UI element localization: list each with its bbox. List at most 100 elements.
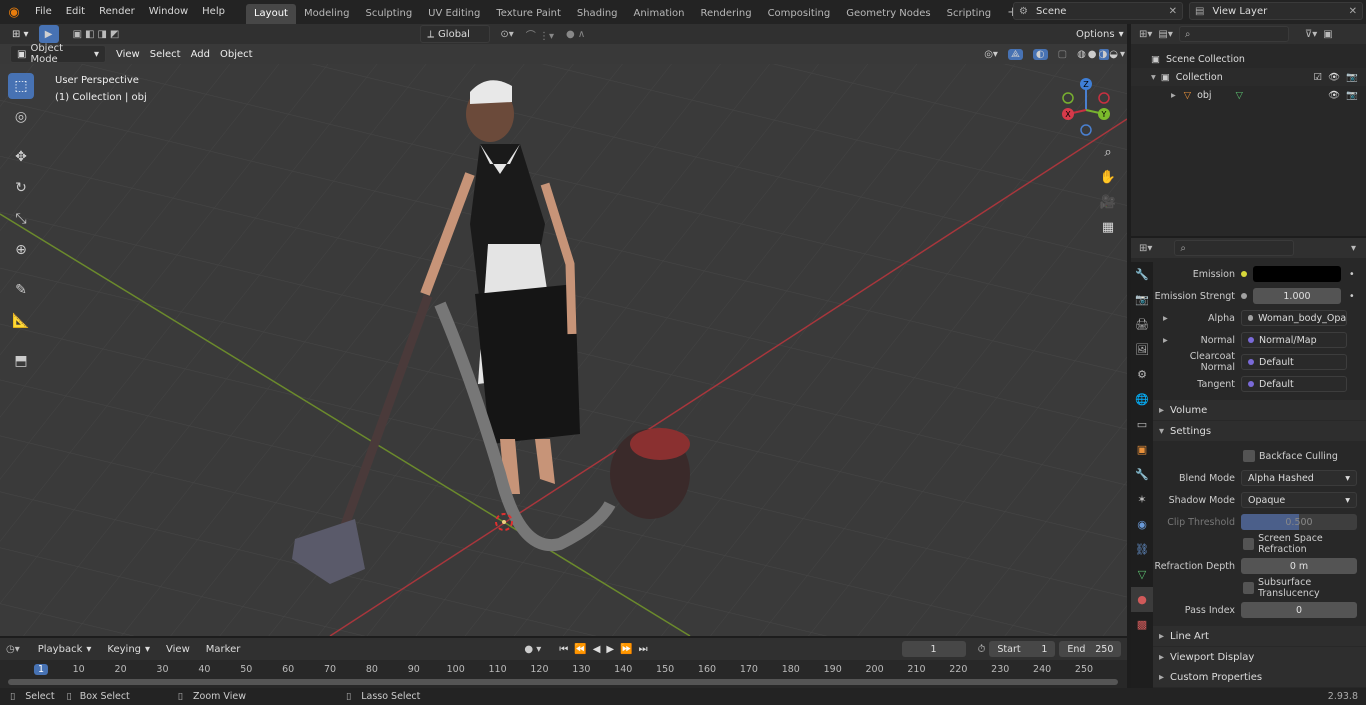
xray-icon[interactable]: ▢: [1058, 49, 1067, 60]
menu-object[interactable]: Object: [220, 49, 253, 60]
select-box-icon[interactable]: ⬚: [8, 73, 34, 99]
tab-layout[interactable]: Layout: [245, 4, 296, 24]
outliner-search-input[interactable]: ⌕: [1178, 26, 1289, 42]
outliner-row-scene-collection[interactable]: ▣ Scene Collection: [1131, 50, 1366, 68]
mode-dropdown[interactable]: ▣ Object Mode ▾: [10, 43, 106, 65]
menu-window[interactable]: Window: [142, 0, 195, 24]
normal-link-field[interactable]: Normal/Map: [1241, 332, 1347, 348]
blender-logo-icon[interactable]: ◉: [0, 5, 28, 20]
end-frame-field[interactable]: End 250: [1059, 641, 1122, 657]
refraction-depth-field[interactable]: 0 m: [1241, 558, 1357, 574]
menu-view[interactable]: View: [116, 49, 140, 60]
display-mode-icon[interactable]: ▤▾: [1158, 29, 1172, 40]
new-collection-icon[interactable]: ▣: [1323, 29, 1332, 40]
outliner-row-obj[interactable]: ▸ ▽ obj ▽ 👁 📷: [1131, 86, 1366, 104]
stopwatch-icon[interactable]: ⏱: [978, 644, 986, 655]
clip-threshold-slider[interactable]: 0.500: [1241, 514, 1357, 530]
physics-tab-icon[interactable]: ◉: [1131, 512, 1153, 537]
keying-menu[interactable]: Keying ▾: [101, 640, 157, 658]
snap-icon[interactable]: ⌒ ⋮▾: [526, 27, 554, 42]
close-icon[interactable]: ✕: [1349, 6, 1357, 17]
ssr-row[interactable]: Screen Space Refraction: [1153, 533, 1366, 555]
selection-mode-icons[interactable]: ▣◧◨◩: [73, 29, 123, 40]
tab-scripting[interactable]: Scripting: [939, 4, 999, 24]
scale-icon[interactable]: ⤡: [8, 206, 34, 232]
filter-icon[interactable]: ⊽▾: [1305, 29, 1317, 40]
data-tab-icon[interactable]: ▽: [1131, 562, 1153, 587]
menu-add[interactable]: Add: [191, 49, 210, 60]
properties-search-input[interactable]: ⌕: [1174, 240, 1295, 256]
transform-icon[interactable]: ⊕: [8, 237, 34, 263]
backface-culling-row[interactable]: Backface Culling: [1153, 447, 1366, 465]
constraints-tab-icon[interactable]: ⛓: [1131, 537, 1153, 562]
zoom-icon[interactable]: ⌕: [1097, 141, 1119, 163]
outliner-row-collection[interactable]: ▾ ▣ Collection ☑ 👁 📷: [1131, 68, 1366, 86]
tab-uv-editing[interactable]: UV Editing: [420, 4, 488, 24]
tab-sculpting[interactable]: Sculpting: [357, 4, 420, 24]
add-cube-icon[interactable]: ⬒: [8, 348, 34, 374]
viewport-display-section-header[interactable]: ▸ Viewport Display: [1153, 647, 1366, 667]
pivot-icon[interactable]: ⊙▾: [500, 29, 513, 40]
viewport-scene[interactable]: [0, 44, 1127, 636]
object-tab-icon[interactable]: ▣: [1131, 437, 1153, 462]
world-tab-icon[interactable]: 🌐: [1131, 387, 1153, 412]
rotate-icon[interactable]: ↻: [8, 175, 34, 201]
chevron-down-icon[interactable]: ▾: [1351, 243, 1356, 254]
transform-orientation-dropdown[interactable]: ⟂ Global: [420, 25, 491, 43]
alpha-link-field[interactable]: Woman_body_Opac...: [1241, 310, 1347, 326]
shading-modes-icon[interactable]: ◍●◑◒▾: [1077, 48, 1127, 60]
scene-tab-icon[interactable]: ⚙: [1131, 362, 1153, 387]
shadow-mode-dropdown[interactable]: Opaque ▾: [1241, 492, 1357, 508]
emission-color-swatch[interactable]: [1253, 266, 1341, 282]
proportional-edit-icon[interactable]: ● ∧: [566, 29, 585, 40]
view-layer-tab-icon[interactable]: 🖼: [1131, 337, 1153, 362]
marker-menu[interactable]: Marker: [200, 640, 247, 658]
texture-tab-icon[interactable]: ▩: [1131, 612, 1153, 637]
tab-shading[interactable]: Shading: [569, 4, 626, 24]
subsurface-row[interactable]: Subsurface Translucency: [1153, 577, 1366, 599]
playback-controls-icons[interactable]: ⏮⏪◀▶⏩⏭: [559, 644, 653, 655]
tab-compositing[interactable]: Compositing: [760, 4, 839, 24]
expand-icon[interactable]: ▸: [1163, 335, 1168, 346]
close-icon[interactable]: ✕: [1169, 6, 1177, 17]
pan-hand-icon[interactable]: ✋: [1097, 166, 1119, 188]
overlay-toggle-icon[interactable]: ◐: [1032, 48, 1048, 60]
menu-render[interactable]: Render: [92, 0, 142, 24]
keyframe-dot-icon[interactable]: •: [1349, 269, 1355, 280]
settings-section-header[interactable]: ▾ Settings: [1153, 421, 1366, 441]
backface-culling-checkbox[interactable]: [1243, 450, 1255, 462]
timeline-view-menu[interactable]: View: [160, 640, 196, 658]
eye-icon[interactable]: 👁: [1328, 72, 1340, 83]
menu-file[interactable]: File: [28, 0, 59, 24]
menu-edit[interactable]: Edit: [59, 0, 92, 24]
line-art-section-header[interactable]: ▸ Line Art: [1153, 626, 1366, 646]
timeline-area[interactable]: 1 10 20 30 40 50 60 70 80 90 100 110 120 130 140 150 160…: [0, 660, 1127, 688]
tab-texture-paint[interactable]: Texture Paint: [488, 4, 569, 24]
select-tool-icon[interactable]: ▶: [38, 25, 59, 43]
camera-icon[interactable]: 📷: [1346, 72, 1358, 83]
subsurface-checkbox[interactable]: [1243, 582, 1254, 594]
clearcoat-normal-field[interactable]: Default: [1241, 354, 1347, 370]
camera-icon[interactable]: 🎥: [1097, 191, 1119, 213]
view-layer-selector[interactable]: ▤ View Layer ✕: [1189, 2, 1363, 20]
render-tab-icon[interactable]: 📷: [1131, 287, 1153, 312]
expand-icon[interactable]: ▾: [1151, 72, 1156, 83]
camera-icon[interactable]: 📷: [1346, 90, 1358, 101]
timeline-ruler[interactable]: 1 10 20 30 40 50 60 70 80 90 100 110 120 130 140 150 160…: [0, 664, 1127, 678]
tab-animation[interactable]: Animation: [626, 4, 693, 24]
menu-help[interactable]: Help: [195, 0, 232, 24]
current-frame-field[interactable]: 1: [901, 641, 966, 657]
tool-tab-icon[interactable]: 🔧: [1131, 262, 1153, 287]
emission-strength-field[interactable]: 1.000: [1253, 288, 1341, 304]
output-tab-icon[interactable]: 🖨: [1131, 312, 1153, 337]
start-frame-field[interactable]: Start 1: [989, 641, 1056, 657]
ssr-checkbox[interactable]: [1243, 538, 1255, 550]
tab-geometry-nodes[interactable]: Geometry Nodes: [838, 4, 938, 24]
timeline-scrollbar[interactable]: [8, 679, 1118, 685]
volume-section-header[interactable]: ▸ Volume: [1153, 400, 1366, 420]
measure-icon[interactable]: 📐: [8, 308, 34, 334]
eye-icon[interactable]: 👁: [1328, 90, 1340, 101]
particles-tab-icon[interactable]: ✶: [1131, 487, 1153, 512]
editor-type-icon[interactable]: ⊞▾: [1139, 29, 1152, 40]
playback-menu[interactable]: Playback ▾: [31, 640, 98, 658]
